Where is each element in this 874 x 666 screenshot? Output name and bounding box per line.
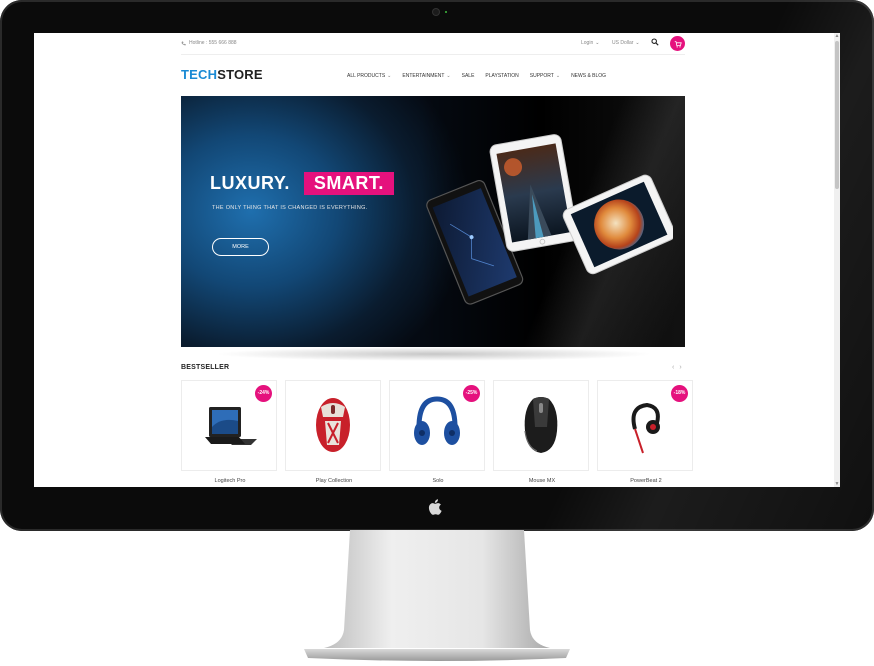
login-label: Login [581, 40, 594, 46]
hero-more-button[interactable]: MORE [212, 238, 269, 256]
currency-label: US Dollar [612, 40, 634, 46]
nav-label: ALL PRODUCTS [347, 73, 386, 79]
nav-item-entertainment[interactable]: ENTERTAINMENT ⌄ [402, 73, 450, 79]
tablet-keyboard-icon [205, 407, 257, 445]
hero-subtitle: THE ONLY THING THAT IS CHANGED IS EVERYT… [212, 205, 368, 211]
currency-dropdown[interactable]: US Dollar ⌄ [612, 40, 640, 46]
scrollbar[interactable]: ▲ ▼ [834, 33, 840, 487]
product-name: Logitech Pro [214, 478, 246, 484]
product-name: Mouse MX [528, 478, 556, 484]
product-list: -24% Logitech Pro Play Collection -25% S… [181, 380, 693, 484]
phone-icon [181, 41, 186, 45]
scroll-thumb[interactable] [835, 41, 839, 189]
divider [181, 54, 685, 55]
nav-item-all-products[interactable]: ALL PRODUCTS ⌄ [347, 73, 391, 79]
carousel-arrows: ‹ › [672, 364, 682, 371]
logo-part-tech: TECH [181, 67, 218, 82]
logo-part-store: STORE [217, 67, 263, 82]
search-icon[interactable] [651, 38, 659, 46]
product-name: Play Collection [315, 478, 353, 484]
chevron-down-icon: ⌄ [387, 73, 392, 79]
hero-title-highlight: SMART. [303, 172, 394, 195]
nav-item-playstation[interactable]: PLAYSTATION [485, 73, 518, 79]
nav-label: ENTERTAINMENT [402, 73, 445, 79]
main-nav: ALL PRODUCTS ⌄ ENTERTAINMENT ⌄ SALE PLAYST… [347, 73, 606, 79]
chevron-right-icon[interactable]: › [679, 364, 681, 371]
nav-label: SUPPORT [529, 73, 554, 79]
scroll-up-icon[interactable]: ▲ [834, 33, 840, 39]
monitor-stand [304, 530, 570, 661]
scroll-down-icon[interactable]: ▼ [834, 481, 840, 487]
product-card[interactable]: Play Collection [285, 380, 381, 484]
cart-icon [674, 40, 682, 48]
product-card[interactable]: -18% PowerBeat 2 [597, 380, 693, 484]
headphones-icon [414, 396, 460, 445]
nav-label: SALE [461, 73, 475, 79]
monitor-bezel: Hotline : 555 666 888 Login ⌄ US Dollar … [0, 0, 874, 531]
mouse-icon [524, 397, 558, 453]
bestseller-title: BESTSELLER [181, 364, 230, 371]
camera-icon [433, 9, 439, 15]
discount-badge: -18% [671, 385, 688, 402]
top-bar: Hotline : 555 666 888 Login ⌄ US Dollar … [181, 36, 689, 52]
product-name: PowerBeat 2 [630, 478, 662, 484]
cart-button[interactable] [670, 36, 685, 51]
chevron-down-icon: ⌄ [635, 40, 640, 46]
nav-item-support[interactable]: SUPPORT ⌄ [530, 73, 560, 79]
chevron-down-icon: ⌄ [555, 73, 561, 79]
login-dropdown[interactable]: Login ⌄ [581, 40, 599, 46]
product-card[interactable]: -24% Logitech Pro [181, 380, 277, 484]
chevron-down-icon: ⌄ [446, 73, 451, 79]
tablets-image [426, 134, 673, 305]
mouse-icon [316, 398, 350, 452]
site-logo[interactable]: TECHSTORE [181, 67, 263, 82]
chevron-down-icon: ⌄ [595, 40, 600, 46]
hero-banner: LUXURY. SMART. THE ONLY THING THAT IS CH… [181, 96, 685, 347]
nav-label: PLAYSTATION [485, 73, 519, 79]
product-card[interactable]: -25% Solo [389, 380, 485, 484]
hero-title: LUXURY. SMART. [210, 172, 394, 195]
hotline-text: Hotline : 555 666 888 [189, 40, 237, 46]
hero-title-white: LUXURY. [210, 173, 290, 193]
product-card[interactable]: Mouse MX [493, 380, 589, 484]
nav-item-sale[interactable]: SALE [462, 73, 475, 79]
discount-badge: -24% [255, 385, 272, 402]
camera-led [445, 11, 447, 13]
apple-logo-icon [428, 499, 442, 515]
nav-item-news-blog[interactable]: NEWS & BLOG [571, 73, 606, 79]
browser-screen: Hotline : 555 666 888 Login ⌄ US Dollar … [34, 33, 840, 487]
product-name: Solo [432, 478, 444, 484]
hotline: Hotline : 555 666 888 [181, 40, 237, 46]
discount-badge: -25% [463, 385, 480, 402]
hero-shadow [214, 347, 654, 361]
earphone-icon [631, 402, 660, 454]
nav-label: NEWS & BLOG [571, 73, 607, 79]
chevron-left-icon[interactable]: ‹ [672, 364, 674, 371]
